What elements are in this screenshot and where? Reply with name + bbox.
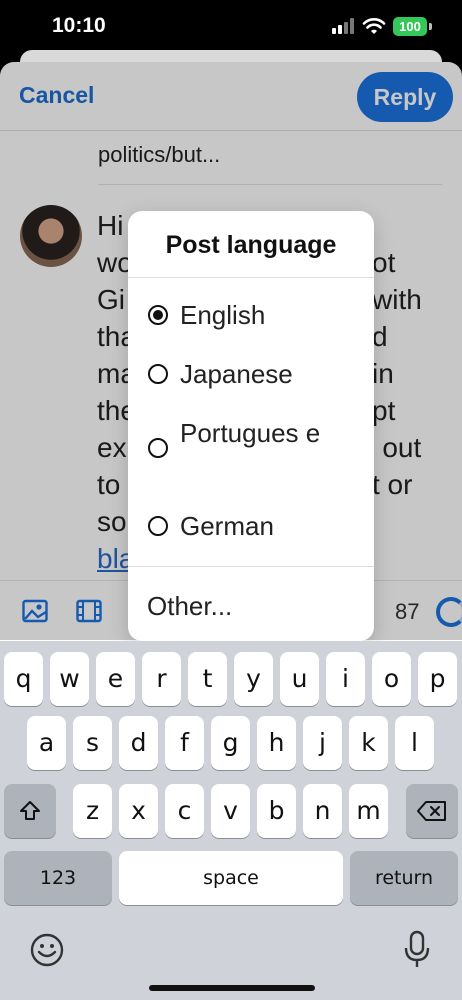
menu-divider bbox=[128, 566, 374, 567]
key-s[interactable]: s bbox=[73, 716, 112, 770]
menu-title: Post language bbox=[165, 231, 337, 259]
key-x[interactable]: x bbox=[119, 784, 158, 838]
post-language-menu: Post language English Japanese Portugues… bbox=[128, 211, 374, 641]
key-y[interactable]: y bbox=[234, 652, 273, 706]
delete-key[interactable] bbox=[406, 784, 458, 838]
key-q[interactable]: q bbox=[4, 652, 43, 706]
key-w[interactable]: w bbox=[50, 652, 89, 706]
key-m[interactable]: m bbox=[349, 784, 388, 838]
shift-icon bbox=[20, 801, 40, 820]
key-g[interactable]: g bbox=[211, 716, 250, 770]
key-i[interactable]: i bbox=[326, 652, 365, 706]
backspace-icon bbox=[417, 801, 446, 821]
wifi-icon bbox=[362, 18, 386, 34]
key-u[interactable]: u bbox=[280, 652, 319, 706]
radio-unselected-icon bbox=[148, 516, 168, 536]
emoji-icon[interactable] bbox=[29, 932, 65, 968]
shift-key[interactable] bbox=[4, 784, 56, 838]
radio-unselected-icon bbox=[148, 364, 168, 384]
key-e[interactable]: e bbox=[96, 652, 135, 706]
key-l[interactable]: l bbox=[395, 716, 434, 770]
key-p[interactable]: p bbox=[418, 652, 457, 706]
radio-unselected-icon bbox=[148, 438, 168, 458]
numbers-key[interactable]: 123 bbox=[4, 851, 112, 905]
keyboard: q w e r t y u i o p a s d f g h j k l z … bbox=[0, 641, 462, 1000]
key-j[interactable]: j bbox=[303, 716, 342, 770]
language-option-japanese[interactable]: Japanese bbox=[148, 358, 330, 391]
key-n[interactable]: n bbox=[303, 784, 342, 838]
key-h[interactable]: h bbox=[257, 716, 296, 770]
key-a[interactable]: a bbox=[27, 716, 66, 770]
radio-selected-icon bbox=[148, 305, 168, 325]
language-option-german[interactable]: German bbox=[148, 510, 330, 543]
key-k[interactable]: k bbox=[349, 716, 388, 770]
status-bar: 10:10 100 bbox=[0, 0, 462, 56]
battery-icon: 100 bbox=[393, 17, 432, 36]
language-option-english[interactable]: English bbox=[148, 299, 330, 332]
microphone-icon[interactable] bbox=[402, 930, 432, 970]
key-v[interactable]: v bbox=[211, 784, 250, 838]
key-b[interactable]: b bbox=[257, 784, 296, 838]
key-c[interactable]: c bbox=[165, 784, 204, 838]
key-z[interactable]: z bbox=[73, 784, 112, 838]
menu-divider bbox=[128, 277, 374, 278]
home-indicator[interactable] bbox=[149, 985, 315, 991]
key-t[interactable]: t bbox=[188, 652, 227, 706]
key-r[interactable]: r bbox=[142, 652, 181, 706]
return-key[interactable]: return bbox=[350, 851, 458, 905]
key-o[interactable]: o bbox=[372, 652, 411, 706]
language-option-other[interactable]: Other... bbox=[147, 591, 232, 622]
key-d[interactable]: d bbox=[119, 716, 158, 770]
status-time: 10:10 bbox=[52, 14, 106, 37]
key-f[interactable]: f bbox=[165, 716, 204, 770]
language-option-portuguese[interactable]: Portugues e bbox=[148, 417, 330, 458]
space-key[interactable]: space bbox=[119, 851, 343, 905]
cellular-signal-icon bbox=[332, 18, 358, 34]
